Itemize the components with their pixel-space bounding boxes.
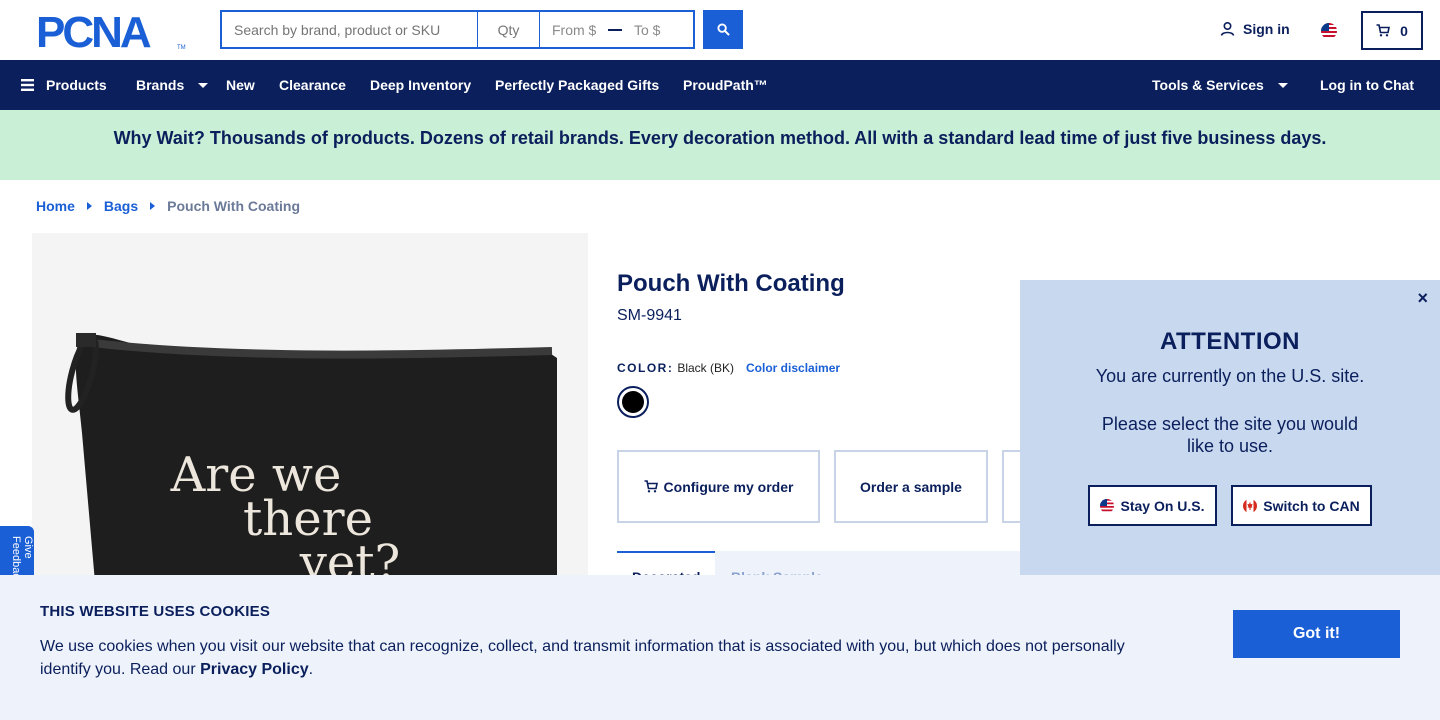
switch-can-button[interactable]: Switch to CAN: [1231, 485, 1372, 526]
svg-text:PCNA: PCNA: [36, 12, 151, 50]
close-icon[interactable]: ×: [1417, 288, 1428, 309]
qty-input[interactable]: [478, 10, 540, 49]
nav-tools[interactable]: Tools & Services: [1152, 77, 1288, 93]
configure-order-label: Configure my order: [663, 478, 794, 495]
nav-deep-inventory-label: Deep Inventory: [370, 77, 472, 93]
attention-prompt: Please select the site you would like to…: [1020, 413, 1440, 457]
canada-flag-icon: [1243, 498, 1258, 513]
cart-icon: [644, 480, 658, 493]
pcna-logo[interactable]: PCNA TM: [36, 12, 186, 50]
attention-title: ATTENTION: [1159, 328, 1301, 355]
nav-proudpath[interactable]: ProudPath™: [683, 77, 768, 93]
color-label: COLOR:: [617, 361, 674, 375]
got-it-button[interactable]: Got it!: [1233, 610, 1400, 658]
configure-order-button[interactable]: Configure my order: [617, 450, 820, 523]
attention-prompt-text: Please select the site you would like to…: [1101, 414, 1359, 456]
breadcrumb: Home Bags Pouch With Coating: [36, 198, 300, 214]
order-sample-button[interactable]: Order a sample: [834, 450, 988, 523]
price-to-field[interactable]: To $: [634, 22, 660, 38]
us-flag-icon: [1100, 498, 1115, 513]
chevron-down-icon: [1277, 82, 1288, 88]
breadcrumb-home[interactable]: Home: [36, 198, 75, 214]
nav-tools-label: Tools & Services: [1152, 77, 1264, 93]
nav-brands-label: Brands: [136, 77, 185, 93]
breadcrumb-bags[interactable]: Bags: [104, 198, 138, 214]
nav-clearance[interactable]: Clearance: [279, 77, 346, 93]
cart-count: 0: [1400, 22, 1408, 39]
nav-clearance-label: Clearance: [279, 77, 346, 93]
color-swatch-black[interactable]: [617, 386, 649, 418]
nav-chat[interactable]: Log in to Chat: [1320, 77, 1414, 93]
nav-gifts[interactable]: Perfectly Packaged Gifts: [495, 77, 659, 93]
search-button[interactable]: [703, 10, 743, 49]
nav-brands[interactable]: Brands: [136, 77, 209, 93]
color-disclaimer-link[interactable]: Color disclaimer: [746, 361, 840, 375]
nav-gifts-label: Perfectly Packaged Gifts: [495, 77, 660, 93]
breadcrumb-arrow-icon: [86, 202, 92, 210]
product-title: Pouch With Coating: [617, 270, 845, 297]
cookie-body: We use cookies when you visit our websit…: [40, 635, 1150, 681]
order-sample-label: Order a sample: [860, 478, 962, 495]
main-nav: Products Brands New Clearance Deep Inven…: [0, 60, 1440, 110]
site-selector-modal: × ATTENTION You are currently on the U.S…: [1020, 280, 1440, 576]
menu-icon: [21, 79, 34, 91]
nav-proudpath-label: ProudPath™: [683, 77, 768, 93]
cookie-title: THIS WEBSITE USES COOKIES: [40, 603, 271, 620]
stay-us-label: Stay On U.S.: [1120, 497, 1205, 514]
color-value: Black (BK): [677, 361, 735, 375]
search-icon: [716, 23, 730, 36]
cart-icon: [1376, 24, 1391, 37]
nav-products[interactable]: Products: [21, 77, 107, 93]
sign-in-label: Sign in: [1243, 21, 1290, 37]
nav-new[interactable]: New: [226, 77, 255, 93]
promo-banner[interactable]: Why Wait? Thousands of products. Dozens …: [0, 110, 1440, 180]
nav-products-label: Products: [46, 77, 107, 93]
sign-in-link[interactable]: Sign in: [1220, 21, 1290, 37]
stay-us-button[interactable]: Stay On U.S.: [1088, 485, 1217, 526]
user-icon: [1220, 22, 1235, 36]
breadcrumb-current: Pouch With Coating: [167, 198, 300, 214]
cookie-banner: THIS WEBSITE USES COOKIES We use cookies…: [0, 575, 1440, 720]
nav-deep-inventory[interactable]: Deep Inventory: [370, 77, 471, 93]
breadcrumb-arrow-icon: [150, 202, 156, 210]
nav-new-label: New: [226, 77, 255, 93]
switch-can-label: Switch to CAN: [1263, 497, 1360, 514]
price-dash: [608, 28, 622, 31]
product-sku: SM-9941: [617, 307, 682, 324]
svg-text:TM: TM: [177, 45, 186, 50]
color-row: COLOR: Black (BK) Color disclaimer: [617, 361, 840, 375]
search-input[interactable]: [220, 10, 478, 49]
attention-current-site: You are currently on the U.S. site.: [1095, 366, 1365, 386]
swatch-dot: [622, 391, 644, 413]
chevron-down-icon: [198, 82, 209, 88]
price-range[interactable]: From $ To $: [540, 10, 695, 49]
nav-chat-label: Log in to Chat: [1320, 77, 1415, 93]
cart-button[interactable]: 0: [1361, 11, 1423, 50]
us-flag-icon[interactable]: [1321, 23, 1337, 39]
privacy-policy-link[interactable]: Privacy Policy: [200, 661, 309, 678]
top-header: PCNA TM From $ To $ Sign in 0: [0, 0, 1440, 60]
cookie-body-end: .: [308, 661, 314, 678]
price-from-field[interactable]: From $: [540, 22, 608, 38]
